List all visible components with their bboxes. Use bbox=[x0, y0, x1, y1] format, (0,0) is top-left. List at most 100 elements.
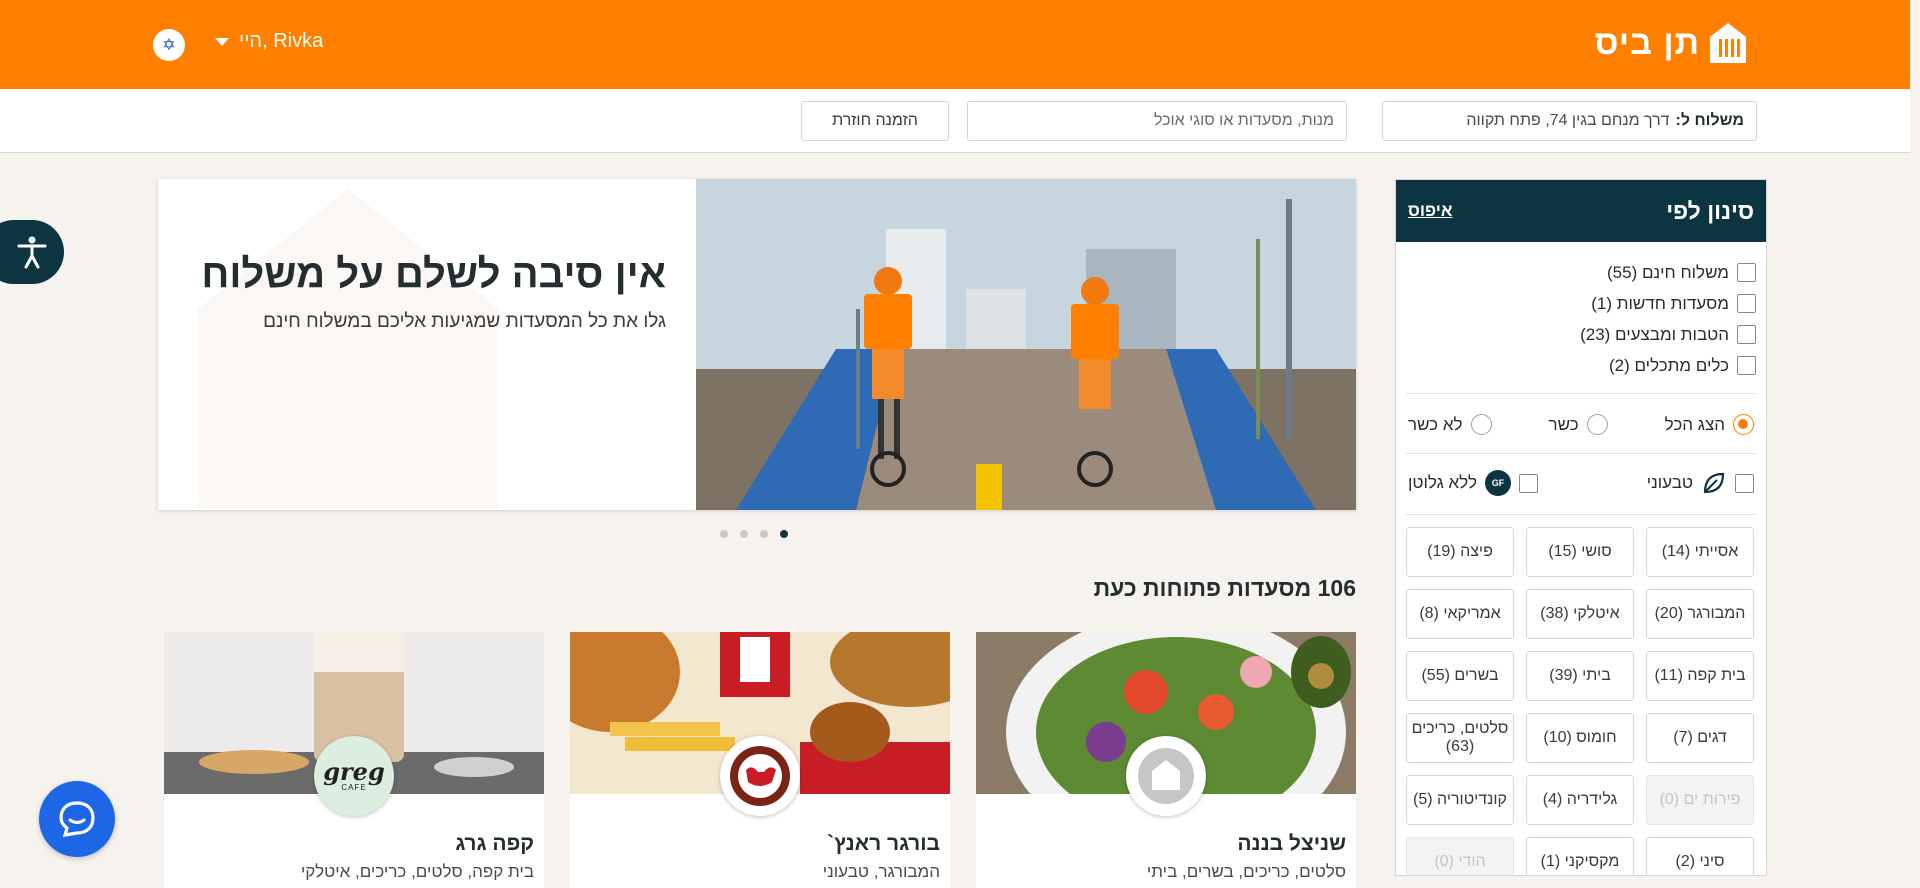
cuisine-chip[interactable]: סושי (15) bbox=[1526, 527, 1634, 577]
cuisine-chip[interactable]: ביתי (39) bbox=[1526, 651, 1634, 701]
fork-watermark-icon bbox=[198, 189, 498, 509]
cuisine-chips: אסייתי (14) סושי (15) פיצה (19) המבורגר (20… bbox=[1396, 527, 1766, 875]
cuisine-chip[interactable]: קונדיטוריה (5) bbox=[1406, 775, 1514, 825]
accessibility-icon bbox=[17, 236, 47, 269]
radio-label: הצג הכל bbox=[1664, 414, 1725, 434]
banner-photo bbox=[696, 179, 1356, 510]
checkbox-label: כלים מתכלים (2) bbox=[1608, 355, 1729, 375]
cuisine-chip[interactable]: דגים (7) bbox=[1646, 713, 1754, 763]
delivery-address-field[interactable]: משלוח ל: דרך מנחם בגין 74, פתח תקווה bbox=[1382, 101, 1757, 141]
cuisine-chip[interactable]: סלטים, כריכים (63) bbox=[1406, 713, 1514, 763]
radio-kosher[interactable]: כשר bbox=[1549, 414, 1608, 435]
cuisine-chip[interactable]: אמריקאי (8) bbox=[1406, 589, 1514, 639]
restaurant-logo bbox=[720, 736, 800, 816]
radio-button[interactable] bbox=[1586, 414, 1608, 435]
greeting-text: היי, Rivka bbox=[239, 30, 324, 52]
page-scrollbar[interactable] bbox=[1910, 0, 1920, 888]
checkbox[interactable] bbox=[1737, 294, 1756, 313]
sub-header: משלוח ל: דרך מנחם בגין 74, פתח תקווה מנו… bbox=[0, 89, 1910, 153]
carousel-dot[interactable] bbox=[760, 530, 768, 538]
cuisine-chip: הודי (0) bbox=[1406, 837, 1514, 875]
accessibility-button[interactable] bbox=[0, 220, 64, 284]
open-restaurants-count: 106 מסעדות פתוחות כעת bbox=[1093, 575, 1356, 601]
diet-filters: טבעוני GF ללא גלוטן bbox=[1396, 466, 1766, 502]
checkbox[interactable] bbox=[1737, 325, 1756, 344]
banner-title: אין סיבה לשלם על משלוח bbox=[201, 252, 666, 296]
restaurant-card[interactable]: בורגר ראנץ` המבורגר, טבעוני bbox=[570, 632, 950, 888]
filter-checkbox-deals[interactable]: הטבות ומבצעים (23) bbox=[1406, 319, 1756, 350]
filter-vegan[interactable]: טבעוני bbox=[1647, 470, 1754, 496]
filter-checkbox-disposable[interactable]: כלים מתכלים (2) bbox=[1406, 350, 1756, 381]
cuisine-chip[interactable]: סיני (2) bbox=[1646, 837, 1754, 875]
cuisine-chip[interactable]: בשרים (55) bbox=[1406, 651, 1514, 701]
checkbox[interactable] bbox=[1737, 356, 1756, 375]
address-prefix: משלוח ל: bbox=[1675, 112, 1744, 129]
user-menu[interactable]: היי, Rivka bbox=[215, 30, 323, 53]
checkbox-label: מסעדות חדשות (1) bbox=[1591, 293, 1729, 313]
restaurant-logo-text: greg bbox=[323, 757, 385, 786]
filter-checkbox-free-delivery[interactable]: משלוח חינם (55) bbox=[1406, 257, 1756, 288]
chat-button[interactable] bbox=[39, 781, 115, 857]
filter-checkboxes: משלוח חינם (55) מסעדות חדשות (1) הטבות ו… bbox=[1396, 242, 1766, 381]
restaurant-name: בורגר ראנץ` bbox=[827, 832, 940, 855]
divider bbox=[1406, 393, 1756, 394]
restaurant-tags: סלטים, כריכים, בשרים, ביתי bbox=[1146, 862, 1346, 881]
restaurant-tags: המבורגר, טבעוני bbox=[822, 862, 940, 881]
filter-header: סינון לפי איפוס bbox=[1396, 180, 1766, 242]
radio-show-all[interactable]: הצג הכל bbox=[1665, 414, 1754, 435]
checkbox[interactable] bbox=[1519, 473, 1539, 493]
cuisine-chip[interactable]: אסייתי (14) bbox=[1646, 527, 1754, 577]
kosher-radio-group: הצג הכל כשר לא כשר bbox=[1396, 406, 1766, 441]
checkbox-label: הטבות ומבצעים (23) bbox=[1580, 324, 1729, 344]
carousel-dots bbox=[720, 530, 788, 538]
cuisine-chip[interactable]: חומוס (10) bbox=[1526, 713, 1634, 763]
cuisine-chip[interactable]: מקסיקני (1) bbox=[1526, 837, 1634, 875]
radio-not-kosher[interactable]: לא כשר bbox=[1408, 414, 1492, 435]
cuisine-chip[interactable]: גלידריה (4) bbox=[1526, 775, 1634, 825]
checkbox[interactable] bbox=[1735, 473, 1754, 493]
search-placeholder: מנות, מסעדות או סוגי אוכל bbox=[1153, 112, 1334, 129]
checkbox[interactable] bbox=[1737, 263, 1756, 282]
bull-logo-icon bbox=[730, 746, 790, 806]
filter-checkbox-new-restaurants[interactable]: מסעדות חדשות (1) bbox=[1406, 288, 1756, 319]
cuisine-chip[interactable]: המבורגר (20) bbox=[1646, 589, 1754, 639]
carousel-dot[interactable] bbox=[720, 530, 728, 538]
logo[interactable]: תן ביס bbox=[1595, 20, 1748, 66]
restaurant-card[interactable]: greg CAFE קפה גרג בית קפה, סלטים, כריכים… bbox=[164, 632, 544, 888]
restaurant-name: קפה גרג bbox=[455, 832, 534, 855]
carousel-dot-active[interactable] bbox=[780, 530, 788, 538]
reorder-label: הזמנה חוזרת bbox=[832, 112, 918, 129]
restaurant-tags: בית קפה, סלטים, כריכים, איטלקי bbox=[300, 862, 534, 881]
house-fork-icon bbox=[1138, 748, 1194, 804]
vegan-label: טבעוני bbox=[1646, 473, 1693, 492]
restaurant-card[interactable]: שניצל בננה סלטים, כריכים, בשרים, ביתי bbox=[976, 632, 1356, 888]
filter-gluten-free[interactable]: GF ללא גלוטן bbox=[1408, 470, 1539, 496]
filter-reset-link[interactable]: איפוס bbox=[1408, 201, 1452, 221]
cuisine-chip[interactable]: בית קפה (11) bbox=[1646, 651, 1754, 701]
gluten-free-label: ללא גלוטן bbox=[1408, 473, 1478, 492]
divider bbox=[1406, 514, 1756, 515]
chevron-down-icon bbox=[215, 37, 229, 46]
radio-button[interactable] bbox=[1733, 414, 1754, 435]
radio-button[interactable] bbox=[1470, 414, 1492, 435]
carousel-dot[interactable] bbox=[740, 530, 748, 538]
filter-title: סינון לפי bbox=[1666, 197, 1754, 224]
banner-text: אין סיבה לשלם על משלוח גלו את כל המסעדות… bbox=[196, 249, 666, 333]
address-value: דרך מנחם בגין 74, פתח תקווה bbox=[1466, 112, 1670, 129]
cuisine-chip[interactable]: איטלקי (38) bbox=[1526, 589, 1634, 639]
top-header: תן ביס היי, Rivka ✡ bbox=[0, 0, 1910, 89]
restaurant-logo bbox=[1126, 736, 1206, 816]
leaf-icon bbox=[1703, 472, 1725, 494]
cuisine-chip[interactable]: פיצה (19) bbox=[1406, 527, 1514, 577]
radio-label: לא כשר bbox=[1408, 414, 1463, 434]
divider bbox=[1406, 453, 1756, 454]
banner-subtitle: גלו את כל המסעדות שמגיעות אליכם במשלוח ח… bbox=[263, 311, 666, 332]
cuisine-chip: פירות ים (0) bbox=[1646, 775, 1754, 825]
reorder-button[interactable]: הזמנה חוזרת bbox=[801, 101, 949, 141]
search-input[interactable]: מנות, מסעדות או סוגי אוכל bbox=[967, 101, 1347, 141]
radio-label: כשר bbox=[1548, 414, 1579, 434]
promo-banner[interactable]: אין סיבה לשלם על משלוח גלו את כל המסעדות… bbox=[158, 179, 1356, 510]
israel-flag-icon[interactable]: ✡ bbox=[153, 29, 185, 61]
gluten-free-icon: GF bbox=[1485, 470, 1512, 496]
chat-bubble-icon bbox=[59, 801, 95, 837]
